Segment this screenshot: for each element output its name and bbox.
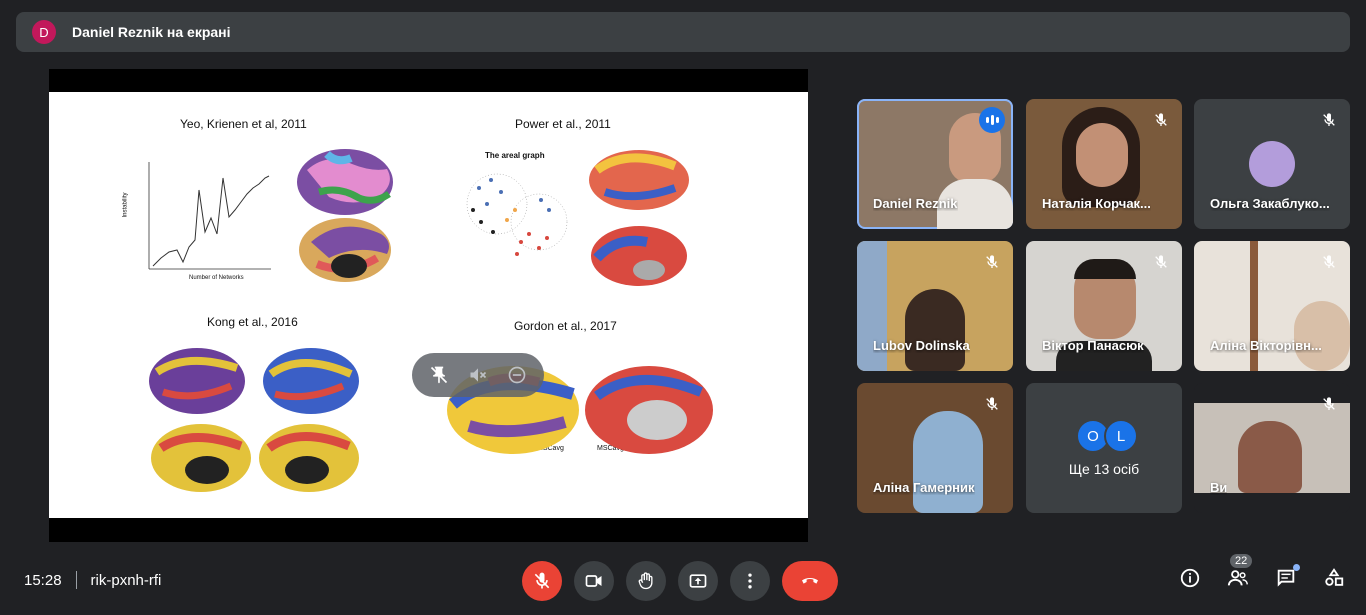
instability-chart bbox=[148, 162, 271, 270]
presenting-banner: D Daniel Reznik на екрані bbox=[16, 12, 1350, 52]
self-tile[interactable]: Ви bbox=[1194, 383, 1350, 513]
more-participants-avatars: O L bbox=[1076, 419, 1138, 453]
participant-name: Аліна Гамерник bbox=[873, 480, 975, 495]
shared-slide: Yeo, Krienen et al, 2011 Power et al., 2… bbox=[49, 92, 808, 518]
meeting-time: 15:28 bbox=[24, 571, 62, 589]
remove-icon[interactable] bbox=[505, 363, 529, 387]
participant-name: Lubov Dolinska bbox=[873, 338, 970, 353]
participant-avatar bbox=[1249, 141, 1295, 187]
call-end-icon bbox=[802, 578, 818, 584]
participant-name: Наталія Корчак... bbox=[1042, 196, 1151, 211]
camera-button[interactable] bbox=[574, 561, 614, 601]
participant-tile[interactable]: Daniel Reznik bbox=[857, 99, 1013, 229]
raise-hand-button[interactable] bbox=[626, 561, 666, 601]
mute-presentation-icon[interactable] bbox=[466, 363, 490, 387]
participant-tile[interactable]: Аліна Гамерник bbox=[857, 383, 1013, 513]
call-controls bbox=[522, 561, 838, 601]
presentation-controls bbox=[412, 353, 544, 397]
side-controls: 22 bbox=[1178, 554, 1346, 590]
more-vert-icon bbox=[748, 573, 752, 589]
participant-name: Ольга Закаблуко... bbox=[1210, 196, 1330, 211]
participant-name: Daniel Reznik bbox=[873, 196, 958, 211]
participant-tile[interactable]: Lubov Dolinska bbox=[857, 241, 1013, 371]
mic-off-icon bbox=[981, 251, 1003, 273]
participant-name: Ви bbox=[1210, 480, 1228, 495]
participant-count-badge: 22 bbox=[1230, 554, 1253, 568]
presenter-avatar: D bbox=[32, 20, 56, 44]
people-icon bbox=[1227, 570, 1248, 586]
activities-icon bbox=[1325, 568, 1344, 586]
activities-button[interactable] bbox=[1322, 566, 1346, 590]
info-icon bbox=[1180, 568, 1200, 588]
more-options-button[interactable] bbox=[730, 561, 770, 601]
present-screen-icon bbox=[689, 574, 707, 588]
participant-name: Віктор Панасюк bbox=[1042, 338, 1144, 353]
meeting-details-button[interactable] bbox=[1178, 566, 1202, 590]
mic-off-icon bbox=[1318, 109, 1340, 131]
speaking-indicator-icon bbox=[979, 107, 1005, 133]
participant-tile[interactable]: Наталія Корчак... bbox=[1026, 99, 1182, 229]
presentation-stage[interactable]: Yeo, Krienen et al, 2011 Power et al., 2… bbox=[49, 69, 808, 542]
participant-video bbox=[1294, 301, 1350, 371]
areal-network-graph bbox=[466, 173, 568, 256]
present-button[interactable] bbox=[678, 561, 718, 601]
meeting-code: rik-pxnh-rfi bbox=[90, 571, 162, 589]
presenting-label: Daniel Reznik на екрані bbox=[72, 24, 231, 40]
mic-off-icon bbox=[1150, 109, 1172, 131]
end-call-button[interactable] bbox=[782, 561, 838, 601]
mic-off-icon bbox=[981, 393, 1003, 415]
chat-button[interactable] bbox=[1274, 564, 1300, 590]
unread-indicator bbox=[1293, 564, 1300, 571]
people-button[interactable]: 22 bbox=[1226, 554, 1253, 590]
videocam-icon bbox=[585, 575, 602, 587]
mic-off-icon bbox=[1318, 251, 1340, 273]
mic-off-icon bbox=[534, 572, 550, 589]
mic-off-icon bbox=[1150, 251, 1172, 273]
more-participants-tile[interactable]: O L Ще 13 осіб bbox=[1026, 383, 1182, 513]
divider bbox=[75, 571, 77, 589]
participant-video bbox=[905, 289, 965, 371]
slide-figures bbox=[148, 149, 713, 492]
mic-off-icon bbox=[1318, 393, 1340, 415]
participant-avatar: L bbox=[1104, 419, 1138, 453]
more-participants-label: Ще 13 осіб bbox=[1068, 461, 1140, 477]
participant-video bbox=[913, 411, 983, 513]
meeting-info: 15:28 rik-pxnh-rfi bbox=[24, 571, 161, 589]
participant-tile[interactable]: Віктор Панасюк bbox=[1026, 241, 1182, 371]
participant-tile[interactable]: Ольга Закаблуко... bbox=[1194, 99, 1350, 229]
participant-name: Аліна Вікторівн... bbox=[1210, 338, 1322, 353]
unpin-icon[interactable] bbox=[427, 363, 451, 387]
microphone-button[interactable] bbox=[522, 561, 562, 601]
participant-tile[interactable]: Аліна Вікторівн... bbox=[1194, 241, 1350, 371]
hand-icon bbox=[638, 572, 653, 590]
participant-video bbox=[1238, 421, 1302, 493]
brain-kong-2 bbox=[263, 348, 359, 414]
